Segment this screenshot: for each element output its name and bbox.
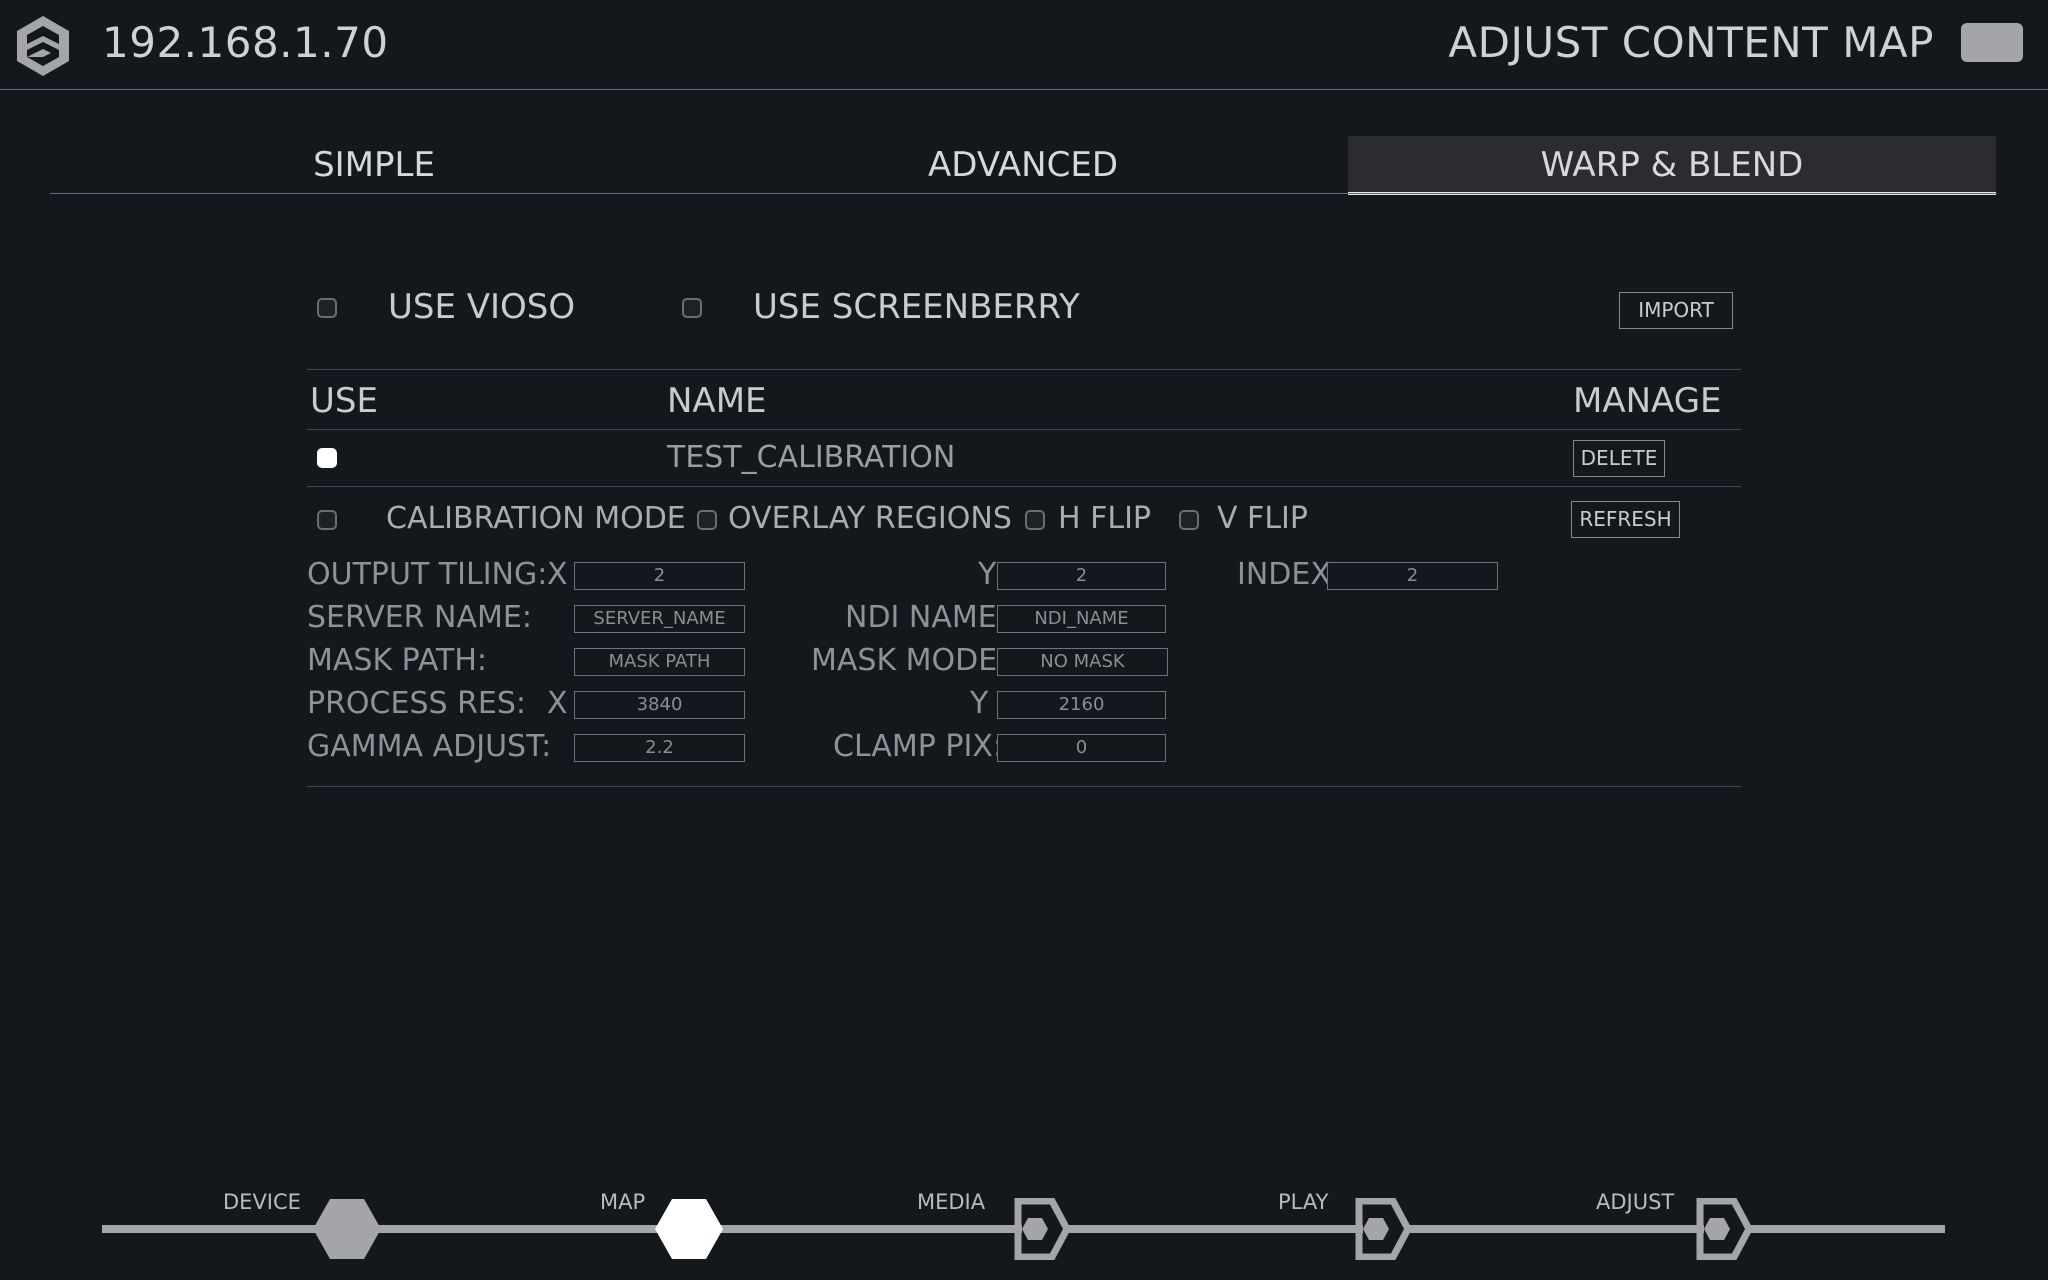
step-map-hex-icon[interactable] (654, 1198, 724, 1260)
clamp-pix-input[interactable]: 0 (997, 734, 1166, 762)
gamma-adjust-input[interactable]: 2.2 (574, 734, 745, 762)
divider (307, 429, 1741, 430)
page-title: ADJUST CONTENT MAP (1448, 18, 1934, 67)
step-label-map: MAP (600, 1190, 646, 1214)
h-flip-checkbox[interactable] (1025, 510, 1045, 530)
step-label-play: PLAY (1278, 1190, 1329, 1214)
calibration-use-checkbox[interactable] (317, 448, 337, 468)
use-vioso-checkbox[interactable] (317, 298, 337, 318)
mask-mode-label: MASK MODE: (811, 643, 1008, 678)
server-name-input[interactable]: SERVER_NAME (574, 605, 745, 633)
v-flip-label: V FLIP (1217, 501, 1308, 536)
divider (307, 786, 1741, 787)
process-res-x-label: X (547, 686, 568, 721)
import-button[interactable]: IMPORT (1619, 292, 1733, 329)
divider (307, 369, 1741, 370)
use-vioso-label: USE VIOSO (388, 287, 576, 327)
calibration-mode-checkbox[interactable] (317, 510, 337, 530)
col-manage-header: MANAGE (1573, 381, 1722, 421)
menu-button[interactable] (1961, 23, 2023, 62)
col-name-header: NAME (667, 381, 767, 421)
overlay-regions-label: OVERLAY REGIONS (728, 501, 1012, 536)
delete-button[interactable]: DELETE (1573, 440, 1665, 477)
refresh-button[interactable]: REFRESH (1571, 501, 1680, 538)
tab-advanced[interactable]: ADVANCED (698, 136, 1348, 194)
mask-mode-select[interactable]: NO MASK (997, 648, 1168, 676)
divider (307, 486, 1741, 487)
step-adjust-hex-icon[interactable] (1682, 1198, 1752, 1260)
step-media-hex-icon[interactable] (1000, 1198, 1070, 1260)
process-res-x-input[interactable]: 3840 (574, 691, 745, 719)
step-play-hex-icon[interactable] (1341, 1198, 1411, 1260)
col-use-header: USE (310, 381, 378, 421)
calibration-mode-label: CALIBRATION MODE (386, 501, 686, 536)
gamma-adjust-label: GAMMA ADJUST: (307, 729, 552, 764)
index-input[interactable]: 2 (1327, 562, 1498, 590)
calibration-name: TEST_CALIBRATION (667, 440, 956, 475)
ndi-name-input[interactable]: NDI_NAME (997, 605, 1166, 633)
output-tiling-y-input[interactable]: 2 (997, 562, 1166, 590)
header-divider (0, 89, 2048, 90)
clamp-pix-label: CLAMP PIX: (833, 729, 1003, 764)
step-label-media: MEDIA (917, 1190, 986, 1214)
use-screenberry-checkbox[interactable] (682, 298, 702, 318)
h-flip-label: H FLIP (1058, 501, 1152, 536)
index-label: INDEX: (1237, 557, 1342, 592)
output-tiling-y-label: Y (978, 557, 997, 592)
tab-warp-blend[interactable]: WARP & BLEND (1348, 136, 1996, 195)
logo-icon (17, 16, 69, 76)
ndi-name-label: NDI NAME: (845, 600, 1007, 635)
device-ip: 192.168.1.70 (102, 18, 389, 67)
step-label-device: DEVICE (223, 1190, 301, 1214)
tabs-divider (50, 193, 1997, 194)
process-res-label: PROCESS RES: (307, 686, 527, 721)
use-screenberry-label: USE SCREENBERRY (753, 287, 1080, 327)
mask-path-label: MASK PATH: (307, 643, 488, 678)
server-name-label: SERVER NAME: (307, 600, 532, 635)
process-res-y-input[interactable]: 2160 (997, 691, 1166, 719)
overlay-regions-checkbox[interactable] (697, 510, 717, 530)
output-tiling-x-label: X (547, 557, 568, 592)
tab-simple[interactable]: SIMPLE (50, 136, 698, 194)
process-res-y-label: Y (970, 686, 989, 721)
step-label-adjust: ADJUST (1596, 1190, 1675, 1214)
v-flip-checkbox[interactable] (1179, 510, 1199, 530)
step-device-hex-icon[interactable] (312, 1198, 382, 1260)
output-tiling-label: OUTPUT TILING: (307, 557, 548, 592)
output-tiling-x-input[interactable]: 2 (574, 562, 745, 590)
mask-path-input[interactable]: MASK PATH (574, 648, 745, 676)
